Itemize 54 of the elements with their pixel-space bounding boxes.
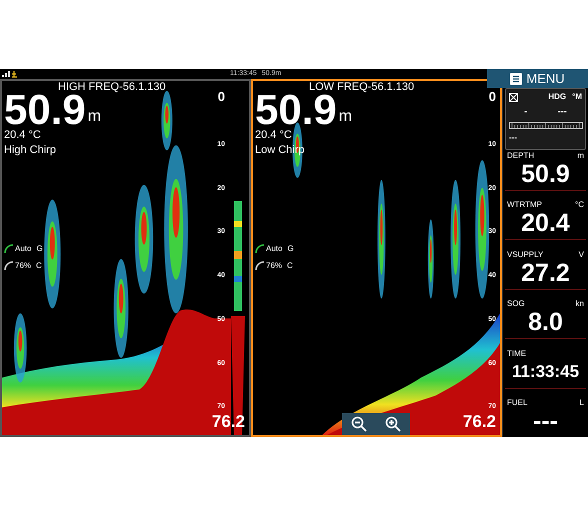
menu-icon [510, 72, 522, 84]
zoom-in-icon [385, 416, 401, 432]
color-letter: C [36, 260, 42, 272]
heading-value: - [524, 105, 528, 118]
depth-scale-label: 0 [488, 88, 496, 106]
gain-value: Auto [266, 243, 282, 255]
gauge-label: VSUPPLY [507, 250, 544, 259]
color-arc-icon [255, 261, 265, 271]
gauge-value: 20.4 [520, 209, 571, 238]
gauge-label: DEPTH [507, 152, 534, 160]
gain-letter: G [36, 243, 43, 255]
gauge-value: 8.0 [527, 308, 564, 336]
gauge-unit: V [578, 250, 584, 259]
gauge-unit: m [577, 152, 584, 160]
gauge-unit: °C [575, 201, 584, 210]
color-value: 76% [266, 260, 282, 272]
depth-unit: m [338, 109, 352, 125]
heading-unit: °M [572, 91, 582, 103]
water-temperature: 20.4 °C [255, 130, 293, 141]
depth-unit: m [88, 109, 102, 125]
gauge-value: --- [532, 406, 559, 435]
status-icons [2, 70, 20, 78]
heading-value: --- [558, 105, 567, 118]
gain-value: Auto [15, 243, 32, 255]
compass-bottom-value: --- [509, 132, 518, 144]
color-letter: C [287, 260, 293, 272]
chirp-mode: High Chirp [4, 145, 57, 156]
crossed-box-icon [509, 92, 518, 102]
gauge-value: 50.9 [520, 160, 571, 188]
depth-readout: 50.9 [4, 94, 86, 126]
gain-arc-icon [255, 244, 265, 254]
gauge-value: 27.2 [520, 258, 571, 287]
gauge-label: WTRTMP [507, 201, 542, 210]
gauge-value: 11:33:45 [510, 360, 580, 383]
zoom-out-button[interactable] [349, 414, 369, 434]
gain-letter: G [287, 243, 294, 255]
gauge-label: TIME [507, 350, 526, 358]
range-readout: 76.2 [462, 410, 496, 432]
color-arc-icon [4, 261, 14, 271]
channel-title: HIGH FREQ-56.1.130 [58, 81, 166, 93]
gauge-label: FUEL [507, 398, 528, 407]
gain-arc-icon [4, 244, 14, 254]
gauge-unit: kn [576, 300, 584, 308]
depth-readout: 50.9 [255, 94, 337, 126]
heading-label: HDG [548, 91, 566, 103]
zoom-out-icon [351, 416, 367, 432]
gauge-unit: L [580, 398, 584, 407]
menu-button[interactable]: MENU [487, 69, 588, 88]
color-value: 76% [15, 260, 32, 272]
gauge-label: SOG [507, 300, 525, 308]
depth-scale-label: 0 [218, 88, 225, 106]
water-temperature: 20.4 °C [4, 130, 42, 141]
channel-title: LOW FREQ-56.1.130 [309, 81, 414, 93]
zoom-in-button[interactable] [383, 414, 403, 434]
